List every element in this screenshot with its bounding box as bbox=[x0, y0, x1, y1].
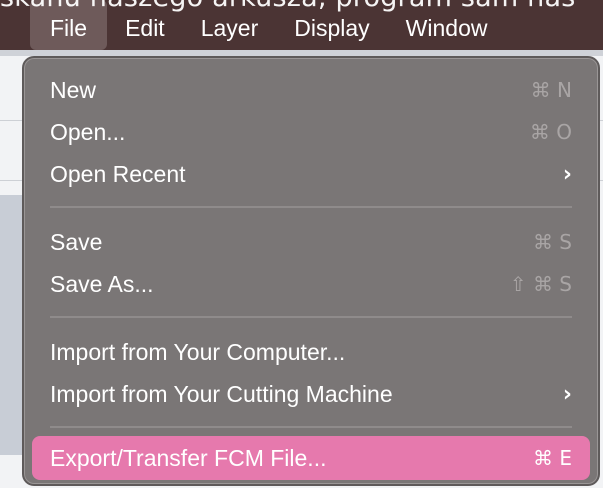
menu-item-open[interactable]: Open... ⌘ O bbox=[32, 110, 590, 154]
menu-item-label: Import from Your Computer... bbox=[50, 338, 346, 365]
menu-item-label: Open... bbox=[50, 118, 126, 145]
menu-item-save-as[interactable]: Save As... ⇧ ⌘ S bbox=[32, 262, 590, 306]
shortcut-label: ⌘ N bbox=[530, 78, 572, 102]
menu-item-label: Export/Transfer FCM File... bbox=[50, 444, 327, 471]
background-doc-text: skanu naszego arkusza, program sam nas bbox=[0, 0, 576, 13]
menu-item-save[interactable]: Save ⌘ S bbox=[32, 220, 590, 264]
menu-item-import-machine[interactable]: Import from Your Cutting Machine › bbox=[32, 372, 590, 416]
menu-item-label: Import from Your Cutting Machine bbox=[50, 380, 393, 407]
menu-item-label: Save bbox=[50, 228, 103, 255]
menu-item-export[interactable]: Export/Transfer FCM File... ⌘ E bbox=[32, 436, 590, 480]
shortcut-label: ⌘ E bbox=[533, 446, 572, 470]
menu-item-import-computer[interactable]: Import from Your Computer... bbox=[32, 330, 590, 374]
chevron-right-icon: › bbox=[562, 161, 572, 187]
shortcut-label: ⌘ S bbox=[532, 230, 572, 254]
menu-separator bbox=[50, 426, 572, 428]
menu-separator bbox=[50, 206, 572, 208]
menu-separator bbox=[50, 316, 572, 318]
file-menu: New ⌘ N Open... ⌘ O Open Recent › Save ⌘… bbox=[22, 56, 600, 486]
shortcut-label: ⌘ O bbox=[529, 120, 572, 144]
shortcut-label: ⇧ ⌘ S bbox=[509, 272, 572, 296]
menu-item-new[interactable]: New ⌘ N bbox=[32, 68, 590, 112]
menu-item-label: Open Recent bbox=[50, 160, 186, 187]
menu-item-open-recent[interactable]: Open Recent › bbox=[32, 152, 590, 196]
menu-item-label: Save As... bbox=[50, 270, 154, 297]
menu-item-label: New bbox=[50, 76, 97, 103]
chevron-right-icon: › bbox=[562, 381, 572, 407]
